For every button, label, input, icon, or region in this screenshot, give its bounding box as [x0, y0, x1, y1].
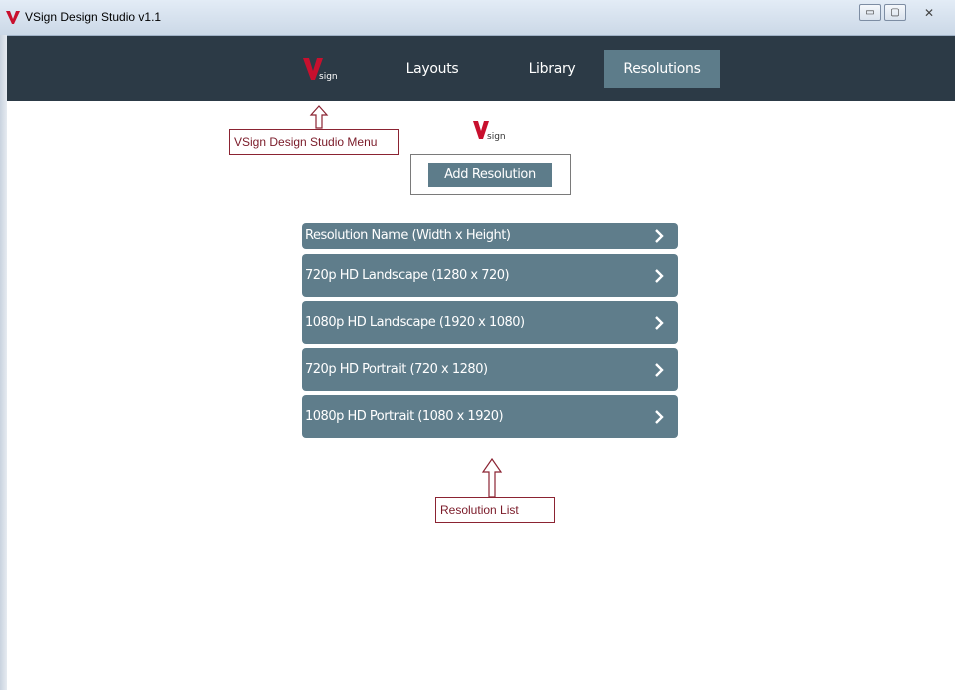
main-nav: sign Layouts Library Resolutions — [7, 36, 955, 101]
maximize-button[interactable]: ▢ — [884, 4, 906, 21]
nav-resolutions[interactable]: Resolutions — [604, 50, 720, 88]
vsign-app-icon — [6, 11, 20, 24]
resolution-item[interactable]: 1080p HD Portrait (1080 x 1920) — [302, 395, 678, 438]
resolution-header-label: Resolution Name (Width x Height) — [305, 228, 511, 243]
minimize-icon: ▭ — [865, 6, 875, 18]
maximize-icon: ▢ — [890, 6, 900, 18]
nav-layouts[interactable]: Layouts — [392, 50, 472, 88]
resolution-item[interactable]: 720p HD Landscape (1280 x 720) — [302, 254, 678, 297]
nav-logo[interactable]: sign — [302, 56, 342, 82]
vsign-logo-icon: sign — [303, 58, 338, 82]
chevron-right-icon — [655, 315, 664, 330]
minimize-button[interactable]: ▭ — [859, 4, 881, 21]
menu-arrow-icon — [309, 105, 329, 129]
chevron-right-icon — [655, 229, 664, 243]
svg-text:sign: sign — [487, 132, 506, 142]
resolution-item-label: 720p HD Landscape (1280 x 720) — [305, 268, 510, 283]
resolution-item[interactable]: 720p HD Portrait (720 x 1280) — [302, 348, 678, 391]
close-icon: ✕ — [923, 5, 935, 20]
window-controls: ▭ ▢ ✕ — [856, 4, 949, 21]
close-button[interactable]: ✕ — [909, 4, 949, 21]
resolution-item-label: 720p HD Portrait (720 x 1280) — [305, 362, 488, 377]
window-titlebar: VSign Design Studio v1.1 ▭ ▢ ✕ — [0, 0, 955, 36]
svg-text:sign: sign — [319, 72, 338, 82]
list-arrow-icon — [481, 458, 503, 498]
window-left-frame — [0, 35, 7, 690]
chevron-right-icon — [655, 268, 664, 283]
add-resolution-panel: Add Resolution — [410, 154, 571, 195]
center-logo: sign — [470, 117, 510, 143]
resolution-item[interactable]: 1080p HD Landscape (1920 x 1080) — [302, 301, 678, 344]
chevron-right-icon — [655, 409, 664, 424]
nav-library[interactable]: Library — [512, 50, 592, 88]
chevron-right-icon — [655, 362, 664, 377]
window-title: VSign Design Studio v1.1 — [25, 10, 162, 24]
list-callout: Resolution List — [435, 497, 555, 523]
vsign-logo-icon: sign — [473, 121, 506, 142]
resolution-item-label: 1080p HD Landscape (1920 x 1080) — [305, 315, 525, 330]
resolution-list-header[interactable]: Resolution Name (Width x Height) — [302, 223, 678, 249]
resolution-item-label: 1080p HD Portrait (1080 x 1920) — [305, 409, 504, 424]
add-resolution-button[interactable]: Add Resolution — [428, 163, 552, 187]
menu-callout: VSign Design Studio Menu — [229, 129, 399, 155]
